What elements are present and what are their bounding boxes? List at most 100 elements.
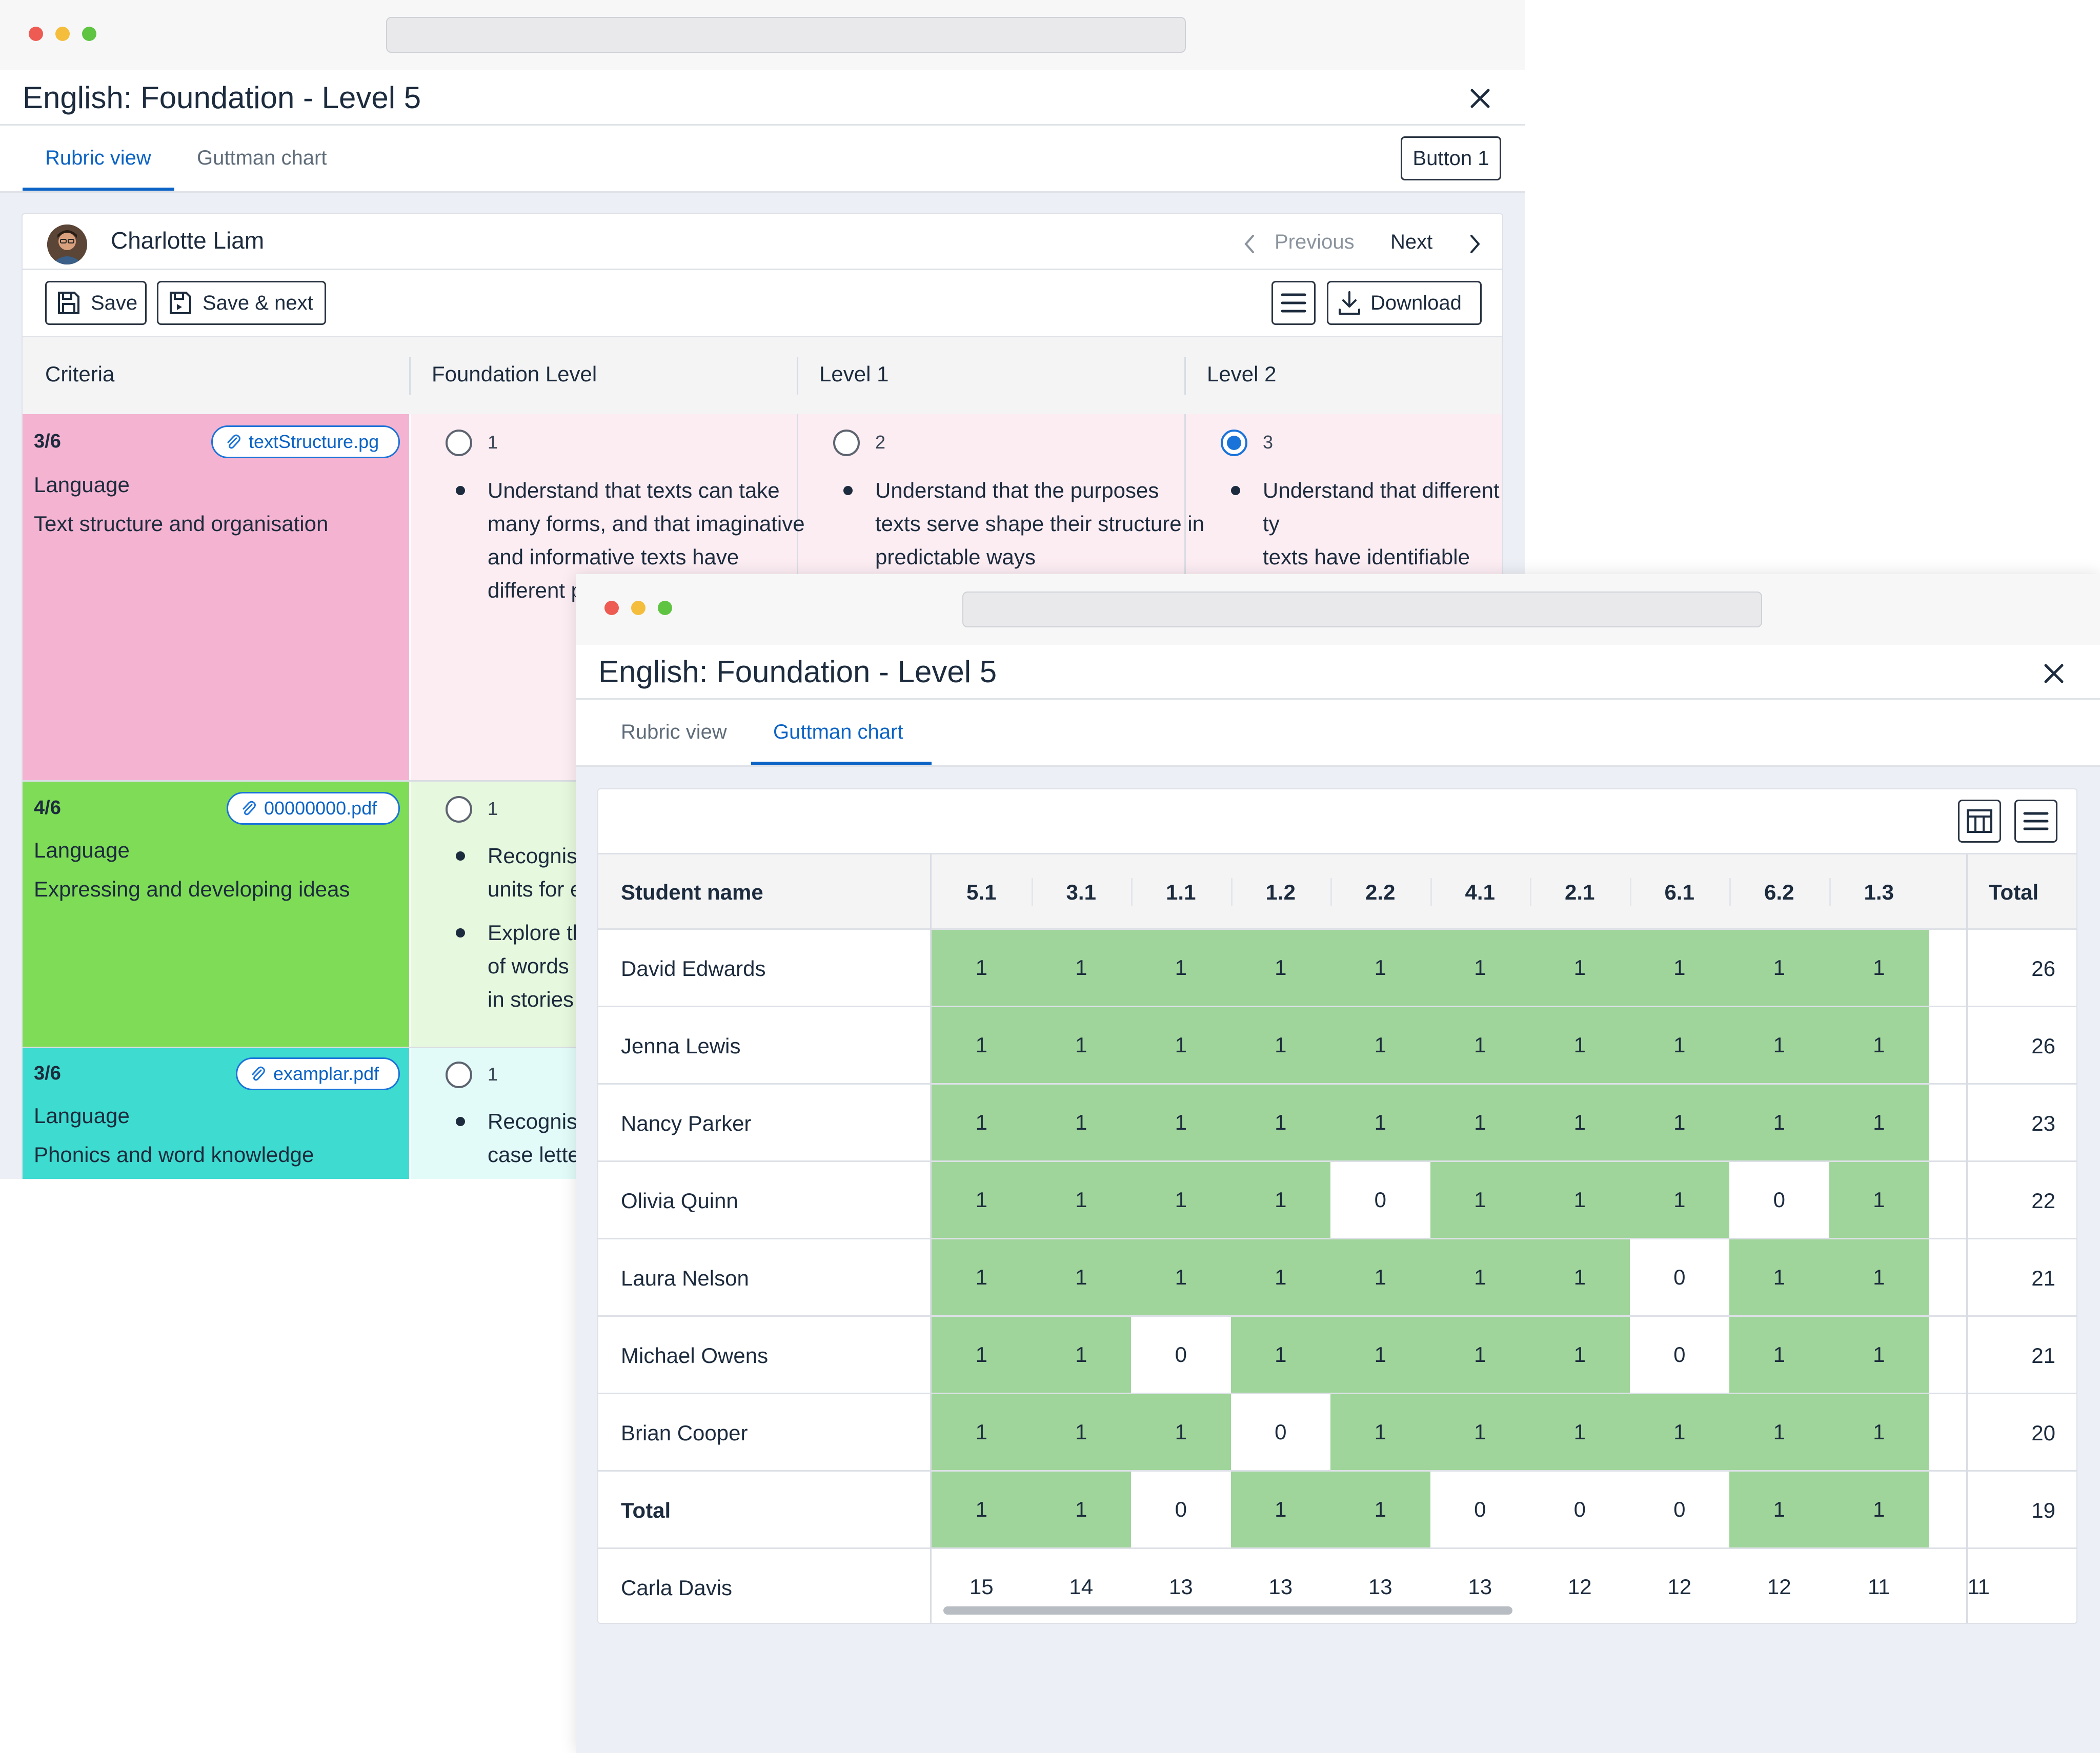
level-radio-selected[interactable]	[1221, 430, 1247, 456]
student-row: Michael Owens 1 1 0 1 1 1 1 0 1 1 21	[598, 1317, 2076, 1394]
close-icon[interactable]	[2043, 662, 2065, 685]
column-header-level1: Level 1	[819, 362, 889, 386]
criteria-area: Language	[34, 1104, 130, 1128]
score-cell: 1	[1031, 1394, 1131, 1470]
student-name[interactable]: Olivia Quinn	[621, 1189, 738, 1213]
student-name[interactable]: David Edwards	[621, 956, 765, 981]
menu-icon	[2023, 812, 2049, 830]
score-cell: 1	[932, 1162, 1032, 1238]
maximize-window-dot[interactable]	[658, 601, 672, 615]
level-radio[interactable]	[446, 796, 472, 823]
score-cell: 1	[1530, 1162, 1630, 1238]
student-row: Jenna Lewis 1 1 1 1 1 1 1 1 1 1 26	[598, 1007, 2076, 1085]
level-radio[interactable]	[833, 430, 860, 456]
close-window-dot[interactable]	[29, 27, 43, 41]
chevron-right-icon[interactable]	[1467, 233, 1483, 255]
student-name[interactable]: Jenna Lewis	[621, 1034, 740, 1058]
criteria-area: Language	[34, 473, 130, 497]
criteria-name: Expressing and developing ideas	[34, 877, 350, 901]
student-name[interactable]: Michael Owens	[621, 1343, 768, 1368]
score-cell: 1	[1629, 1085, 1729, 1160]
address-bar[interactable]	[962, 592, 1762, 627]
student-name[interactable]: Brian Cooper	[621, 1421, 748, 1445]
column-header-level2: Level 2	[1207, 362, 1277, 386]
column-header-criterion[interactable]: 6.2	[1729, 880, 1829, 905]
student-name[interactable]: Laura Nelson	[621, 1266, 749, 1291]
column-header-criterion[interactable]: 5.1	[932, 880, 1032, 905]
score-cell: 0	[1573, 1497, 1586, 1521]
bullet	[1231, 486, 1240, 495]
score-cell: 1	[1530, 1394, 1630, 1470]
criteria-name: Text structure and organisation	[34, 512, 329, 536]
score-cell: 0	[1474, 1497, 1486, 1521]
column-header-criterion[interactable]: 6.1	[1630, 880, 1730, 905]
tab-rubric-view[interactable]: Rubric view	[45, 147, 151, 170]
tab-guttman-chart[interactable]: Guttman chart	[773, 721, 903, 744]
previous-button[interactable]: Previous	[1275, 231, 1355, 254]
row-total: 23	[2031, 1111, 2055, 1135]
score-cell: 1	[932, 1394, 1032, 1470]
score-cell: 1	[1131, 1162, 1231, 1238]
tab-guttman-chart[interactable]: Guttman chart	[197, 147, 327, 170]
criteria-score: 4/6	[34, 797, 61, 819]
table-view-button[interactable]	[1958, 800, 2001, 843]
maximize-window-dot[interactable]	[82, 27, 96, 41]
score-cell: 1	[1330, 1085, 1430, 1160]
tab-rubric-view[interactable]: Rubric view	[621, 721, 727, 744]
close-window-dot[interactable]	[604, 601, 619, 615]
score-cell: 1	[1330, 1472, 1430, 1547]
close-icon[interactable]	[1469, 87, 1491, 110]
menu-button[interactable]	[2014, 800, 2057, 843]
score-cell: 0	[1175, 1497, 1187, 1521]
score-cell: 1	[1430, 1162, 1530, 1238]
column-header-criteria: Criteria	[45, 362, 115, 386]
score-cell: 1	[1829, 1472, 1929, 1547]
save-next-button[interactable]: Save & next	[157, 281, 326, 325]
row-total: 22	[2031, 1189, 2055, 1213]
student-row: Laura Nelson 1 1 1 1 1 1 1 0 1 1 21	[598, 1239, 2076, 1317]
student-name[interactable]: Carla Davis	[621, 1576, 732, 1600]
criteria-cell: 4/6 00000000.pdf Language Expressing and…	[23, 782, 409, 1048]
column-header-criterion[interactable]: 1.1	[1131, 880, 1231, 905]
button-1[interactable]: Button 1	[1401, 136, 1501, 180]
attachment-chip[interactable]: examplar.pdf	[236, 1057, 400, 1090]
student-name[interactable]: Nancy Parker	[621, 1111, 751, 1136]
download-button[interactable]: Download	[1327, 281, 1482, 325]
score-cell: 1	[1829, 1394, 1929, 1470]
bullet	[456, 851, 465, 861]
column-header-total: Total	[1989, 880, 2039, 904]
column-divider	[930, 854, 932, 931]
column-divider	[1629, 878, 1631, 906]
column-header-criterion[interactable]: 1.2	[1231, 880, 1331, 905]
attachment-chip[interactable]: 00000000.pdf	[227, 792, 400, 825]
column-header-criterion[interactable]: 4.1	[1430, 880, 1530, 905]
score-cell: 1	[1430, 1239, 1530, 1315]
column-header-criterion[interactable]: 2.1	[1530, 880, 1630, 905]
level-radio[interactable]	[446, 430, 472, 456]
table-icon	[1967, 809, 1992, 833]
horizontal-scrollbar[interactable]	[943, 1606, 1512, 1615]
level-number: 3	[1263, 432, 1274, 453]
level-description: Understand that the purposes texts serve…	[875, 478, 1204, 569]
column-header-criterion[interactable]: 1.3	[1829, 880, 1929, 905]
score-cell: 1	[1330, 1394, 1430, 1470]
level-radio[interactable]	[446, 1062, 472, 1088]
score-cell: 1	[1131, 1239, 1231, 1315]
minimize-window-dot[interactable]	[631, 601, 645, 615]
attachment-chip[interactable]: textStructure.pg	[211, 425, 400, 458]
column-header-criterion[interactable]: 3.1	[1032, 880, 1132, 905]
score-cell: 1	[1530, 930, 1630, 1006]
next-button[interactable]: Next	[1390, 231, 1432, 254]
score-cell: 1	[1230, 1317, 1330, 1393]
student-name[interactable]: Total	[621, 1498, 671, 1523]
score-cell: 1	[1430, 1007, 1530, 1083]
menu-button[interactable]	[1271, 281, 1316, 325]
column-header-foundation: Foundation Level	[432, 362, 597, 386]
chevron-left-icon[interactable]	[1242, 233, 1257, 255]
save-button[interactable]: Save	[45, 281, 147, 325]
save-label: Save	[91, 291, 138, 314]
minimize-window-dot[interactable]	[55, 27, 70, 41]
score-cell: 1	[1530, 1007, 1630, 1083]
column-header-criterion[interactable]: 2.2	[1330, 880, 1430, 905]
address-bar[interactable]	[386, 17, 1186, 53]
